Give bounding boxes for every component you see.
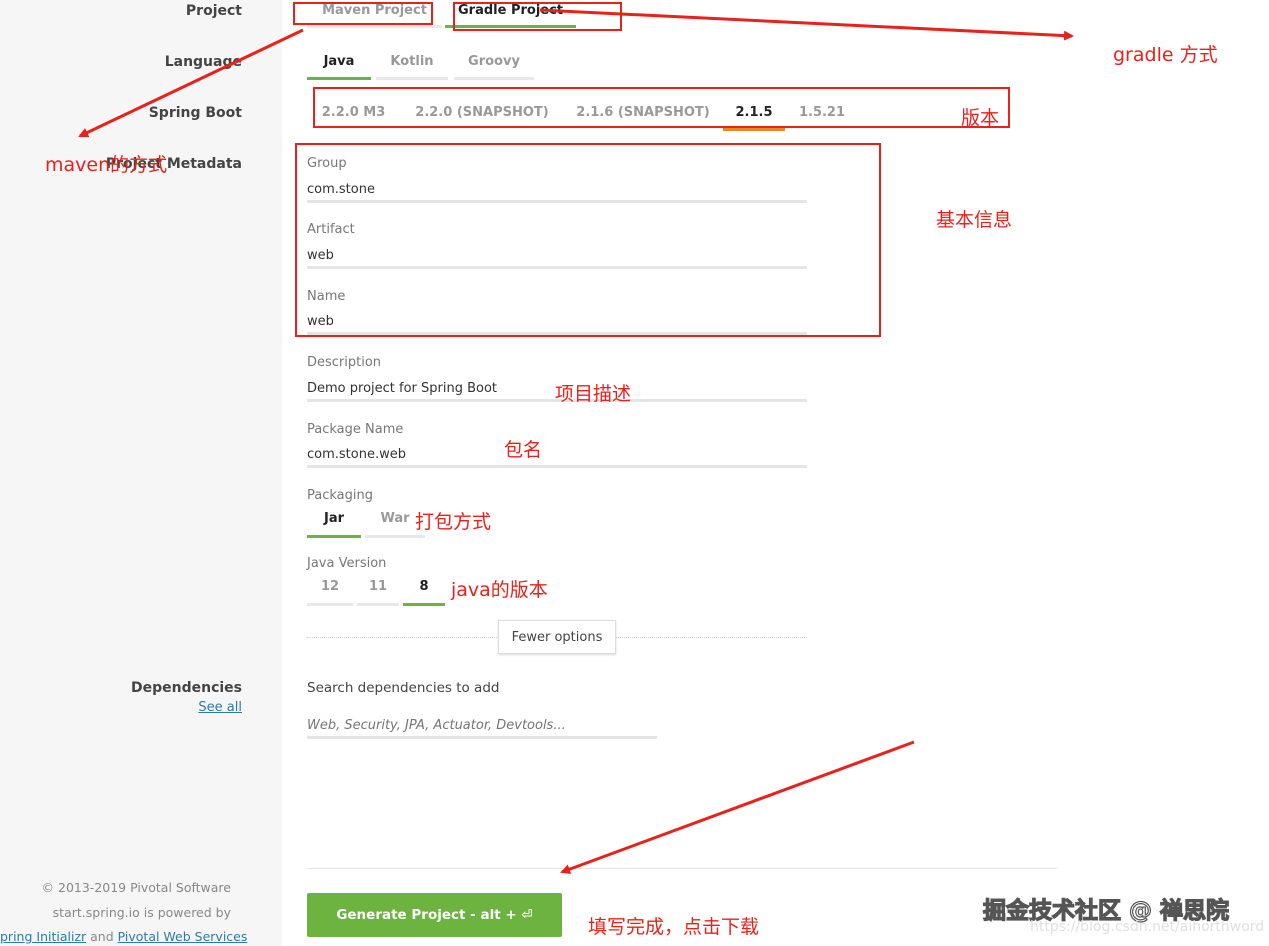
gradle-annotation: gradle 方式 <box>1113 44 1218 66</box>
basic-info-annotation: 基本信息 <box>936 209 1013 231</box>
generate-arrow <box>560 740 915 874</box>
package-annotation: 包名 <box>504 439 543 461</box>
maven-arrow <box>78 28 304 138</box>
description-annotation: 项目描述 <box>555 383 632 405</box>
packaging-annotation: 打包方式 <box>415 511 492 533</box>
version-annotation: 版本 <box>961 107 1000 129</box>
gradle-arrow <box>539 8 1074 41</box>
java-version-annotation: java的版本 <box>451 579 548 601</box>
maven-annotation: maven的方式 <box>45 154 168 176</box>
watermark-url: https://blog.csdn.net/aihorthword <box>1030 919 1265 935</box>
generate-annotation: 填写完成，点击下载 <box>588 916 760 938</box>
annotation-arrows <box>78 8 1074 874</box>
